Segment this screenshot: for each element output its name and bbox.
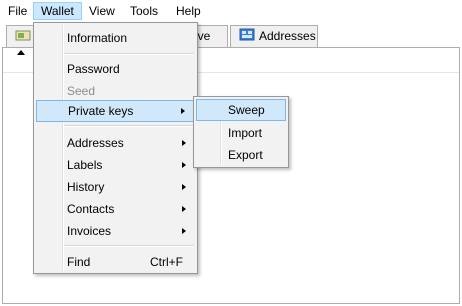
menu-item-private-keys-label: Private keys <box>68 104 134 118</box>
menu-item-contacts[interactable]: Contacts <box>36 198 195 220</box>
menu-item-private-keys[interactable]: Private keys <box>36 100 195 122</box>
menu-item-invoices[interactable]: Invoices <box>36 220 195 242</box>
wallet-menu: Information Password Seed Private keys A… <box>33 22 198 274</box>
submenu-arrow-icon <box>182 184 186 190</box>
menu-item-password-label: Password <box>67 62 120 76</box>
sort-ascending-icon[interactable] <box>17 50 25 55</box>
menu-item-history[interactable]: History <box>36 176 195 198</box>
menu-item-invoices-label: Invoices <box>67 224 112 238</box>
tab-addresses-label: Addresses <box>259 29 316 43</box>
menu-view[interactable]: View <box>82 2 122 20</box>
menu-item-seed: Seed <box>36 80 195 102</box>
menu-item-find-shortcut: Ctrl+F <box>150 255 183 269</box>
menu-file[interactable]: File <box>1 2 34 20</box>
menu-tools[interactable]: Tools <box>123 2 165 20</box>
submenu-arrow-icon <box>182 162 186 168</box>
history-icon <box>15 27 31 47</box>
menu-item-find[interactable]: Find Ctrl+F <box>36 251 195 273</box>
menu-item-contacts-label: Contacts <box>67 202 115 216</box>
submenu-item-export-label: Export <box>228 148 263 162</box>
menu-item-labels-label: Labels <box>67 158 103 172</box>
menu-item-addresses-label: Addresses <box>67 136 124 150</box>
menu-item-seed-label: Seed <box>67 84 96 98</box>
menu-wallet[interactable]: Wallet <box>33 2 82 20</box>
submenu-item-export[interactable]: Export <box>196 144 286 166</box>
submenu-arrow-icon <box>182 228 186 234</box>
menu-separator <box>64 53 194 55</box>
submenu-item-import-label: Import <box>228 126 263 140</box>
menu-item-history-label: History <box>67 180 105 194</box>
submenu-arrow-icon <box>182 206 186 212</box>
addresses-icon <box>239 27 255 47</box>
menu-separator <box>64 125 194 127</box>
submenu-item-import[interactable]: Import <box>196 122 286 144</box>
menu-item-labels[interactable]: Labels <box>36 154 195 176</box>
tab-addresses[interactable]: Addresses <box>230 25 318 47</box>
menu-item-addresses[interactable]: Addresses <box>36 132 195 154</box>
submenu-arrow-icon <box>182 140 186 146</box>
menu-separator <box>64 245 194 247</box>
menu-help[interactable]: Help <box>169 2 208 20</box>
submenu-arrow-icon <box>181 108 185 114</box>
menu-item-password[interactable]: Password <box>36 58 195 80</box>
private-keys-submenu: Sweep Import Export <box>193 96 289 168</box>
menu-item-information[interactable]: Information <box>36 27 195 49</box>
menu-bar: File Wallet View Tools Help <box>0 0 462 24</box>
menu-item-information-label: Information <box>67 31 128 45</box>
menu-item-find-label: Find <box>67 255 91 269</box>
submenu-item-sweep[interactable]: Sweep <box>196 99 286 121</box>
submenu-item-sweep-label: Sweep <box>228 103 265 117</box>
